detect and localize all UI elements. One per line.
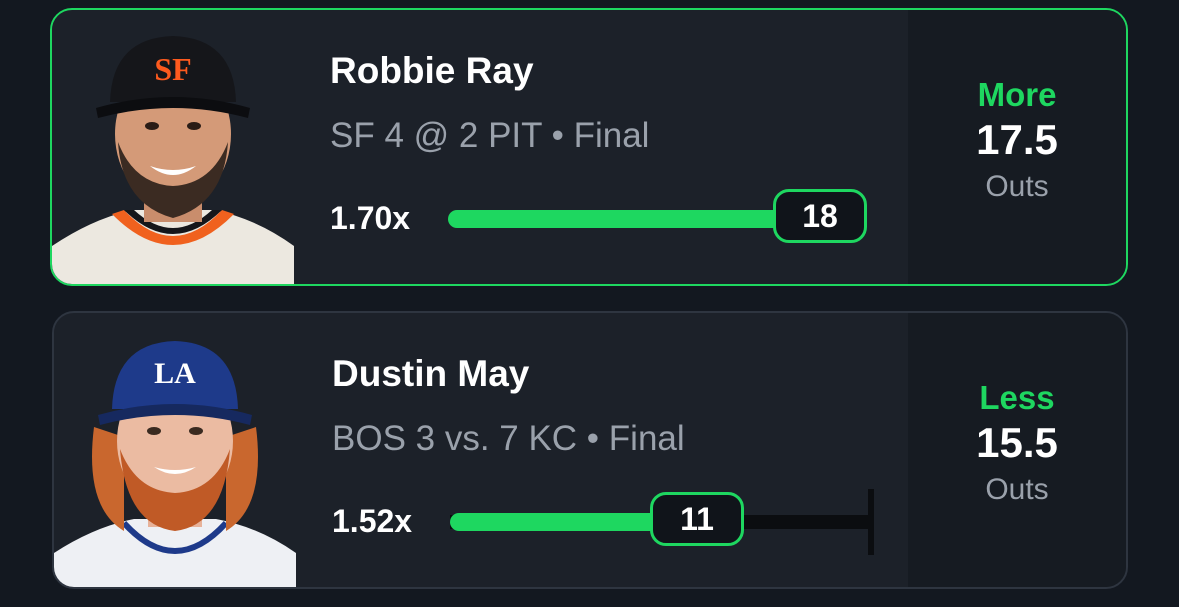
pick-card-robbie-ray[interactable]: SF Robbie Ray SF 4 @ 2 PIT • Final 1.70x… [50, 8, 1128, 286]
game-status: BOS 3 vs. 7 KC • Final [332, 419, 685, 458]
pick-summary: More 17.5 Outs [908, 10, 1126, 284]
payout-multiplier: 1.52x [332, 503, 413, 539]
game-status: SF 4 @ 2 PIT • Final [330, 116, 650, 155]
player-name: Dustin May [332, 353, 530, 394]
stat-type: Outs [985, 473, 1049, 506]
payout-multiplier: 1.70x [330, 200, 411, 236]
pick-summary: Less 15.5 Outs [908, 313, 1126, 587]
result-value-pill: 11 [650, 492, 744, 546]
player-headshot-icon: LA [54, 317, 296, 587]
pick-direction: Less [979, 379, 1055, 416]
player-headshot-dustin-may: LA [54, 317, 296, 587]
progress-bar-target-marker [868, 489, 874, 555]
player-name: Robbie Ray [330, 50, 534, 91]
player-headshot-icon: SF [52, 14, 294, 284]
pick-direction: More [977, 76, 1057, 113]
result-value-pill: 18 [773, 189, 867, 243]
stat-type: Outs [985, 170, 1049, 203]
pick-card-dustin-may[interactable]: LA Dustin May BOS 3 vs. 7 KC • Final 1.5… [52, 311, 1128, 589]
pick-line: 17.5 [976, 116, 1058, 163]
team-cap-logo-icon: SF [154, 51, 191, 87]
pick-line: 15.5 [976, 419, 1058, 466]
team-cap-logo-icon: LA [154, 357, 196, 390]
player-headshot-robbie-ray: SF [52, 14, 294, 284]
